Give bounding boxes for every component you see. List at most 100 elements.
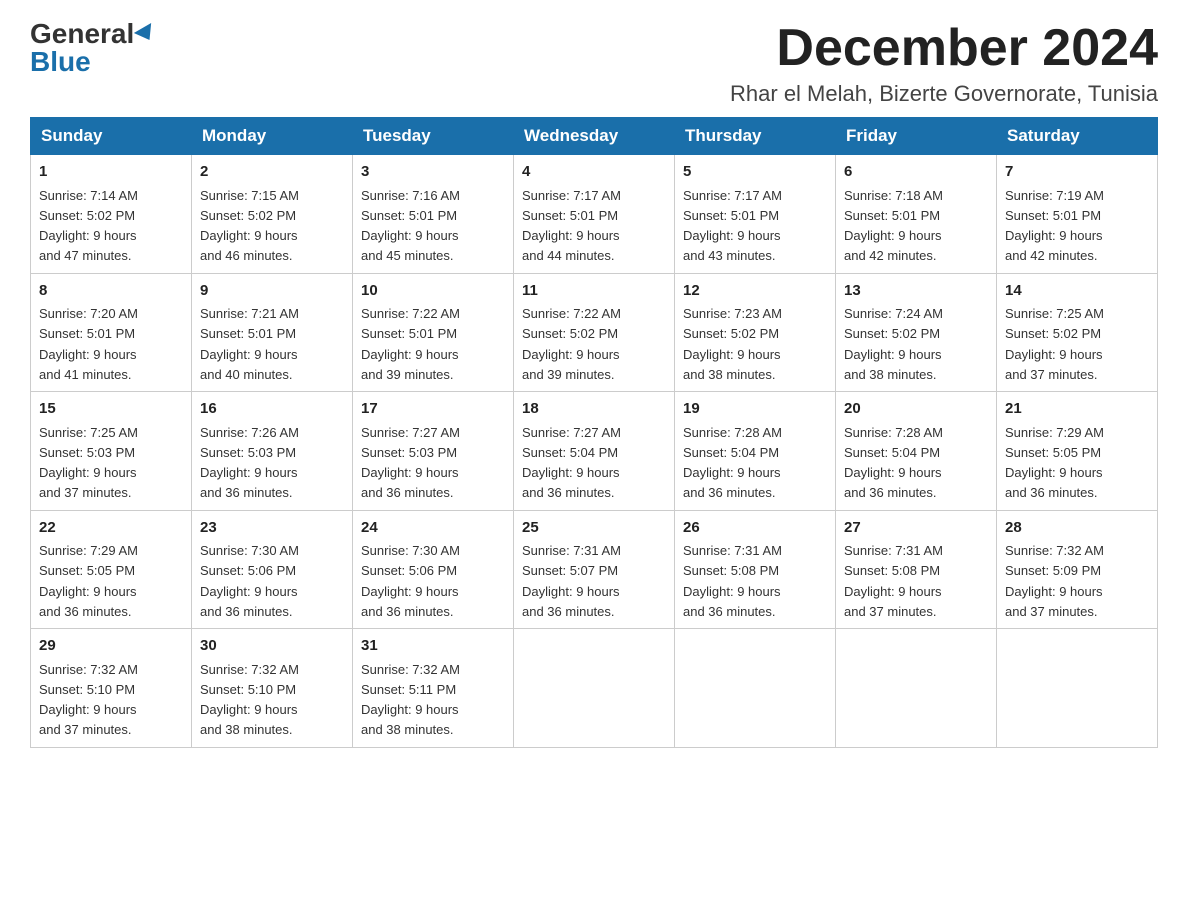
day-number: 4 [522,161,666,184]
page-header: General Blue December 2024 Rhar el Melah… [30,20,1158,107]
week-row-5: 29 Sunrise: 7:32 AMSunset: 5:10 PMDaylig… [31,629,1158,748]
day-info: Sunrise: 7:20 AMSunset: 5:01 PMDaylight:… [39,306,138,382]
day-number: 28 [1005,517,1149,540]
day-info: Sunrise: 7:17 AMSunset: 5:01 PMDaylight:… [683,188,782,264]
logo-general-text: General [30,20,134,48]
day-number: 26 [683,517,827,540]
day-cell-12: 12 Sunrise: 7:23 AMSunset: 5:02 PMDaylig… [675,273,836,392]
day-cell-6: 6 Sunrise: 7:18 AMSunset: 5:01 PMDayligh… [836,155,997,274]
month-title: December 2024 [730,20,1158,77]
day-cell-14: 14 Sunrise: 7:25 AMSunset: 5:02 PMDaylig… [997,273,1158,392]
week-row-2: 8 Sunrise: 7:20 AMSunset: 5:01 PMDayligh… [31,273,1158,392]
header-thursday: Thursday [675,118,836,155]
day-info: Sunrise: 7:14 AMSunset: 5:02 PMDaylight:… [39,188,138,264]
day-cell-29: 29 Sunrise: 7:32 AMSunset: 5:10 PMDaylig… [31,629,192,748]
day-info: Sunrise: 7:27 AMSunset: 5:03 PMDaylight:… [361,425,460,501]
day-number: 23 [200,517,344,540]
day-cell-13: 13 Sunrise: 7:24 AMSunset: 5:02 PMDaylig… [836,273,997,392]
day-info: Sunrise: 7:29 AMSunset: 5:05 PMDaylight:… [1005,425,1104,501]
week-row-3: 15 Sunrise: 7:25 AMSunset: 5:03 PMDaylig… [31,392,1158,511]
day-cell-31: 31 Sunrise: 7:32 AMSunset: 5:11 PMDaylig… [353,629,514,748]
day-cell-7: 7 Sunrise: 7:19 AMSunset: 5:01 PMDayligh… [997,155,1158,274]
day-info: Sunrise: 7:28 AMSunset: 5:04 PMDaylight:… [683,425,782,501]
header-monday: Monday [192,118,353,155]
day-info: Sunrise: 7:17 AMSunset: 5:01 PMDaylight:… [522,188,621,264]
day-cell-16: 16 Sunrise: 7:26 AMSunset: 5:03 PMDaylig… [192,392,353,511]
day-number: 24 [361,517,505,540]
location-subtitle: Rhar el Melah, Bizerte Governorate, Tuni… [730,81,1158,107]
day-cell-4: 4 Sunrise: 7:17 AMSunset: 5:01 PMDayligh… [514,155,675,274]
day-number: 14 [1005,280,1149,303]
day-info: Sunrise: 7:28 AMSunset: 5:04 PMDaylight:… [844,425,943,501]
header-friday: Friday [836,118,997,155]
day-cell-23: 23 Sunrise: 7:30 AMSunset: 5:06 PMDaylig… [192,510,353,629]
logo-triangle-icon [134,23,158,45]
day-number: 12 [683,280,827,303]
day-number: 8 [39,280,183,303]
day-cell-20: 20 Sunrise: 7:28 AMSunset: 5:04 PMDaylig… [836,392,997,511]
day-info: Sunrise: 7:26 AMSunset: 5:03 PMDaylight:… [200,425,299,501]
day-number: 20 [844,398,988,421]
day-number: 21 [1005,398,1149,421]
day-cell-28: 28 Sunrise: 7:32 AMSunset: 5:09 PMDaylig… [997,510,1158,629]
calendar-header-row: SundayMondayTuesdayWednesdayThursdayFrid… [31,118,1158,155]
day-number: 25 [522,517,666,540]
week-row-4: 22 Sunrise: 7:29 AMSunset: 5:05 PMDaylig… [31,510,1158,629]
day-cell-21: 21 Sunrise: 7:29 AMSunset: 5:05 PMDaylig… [997,392,1158,511]
header-wednesday: Wednesday [514,118,675,155]
day-number: 29 [39,635,183,658]
day-number: 13 [844,280,988,303]
day-info: Sunrise: 7:30 AMSunset: 5:06 PMDaylight:… [200,543,299,619]
header-tuesday: Tuesday [353,118,514,155]
header-saturday: Saturday [997,118,1158,155]
day-cell-24: 24 Sunrise: 7:30 AMSunset: 5:06 PMDaylig… [353,510,514,629]
day-number: 30 [200,635,344,658]
day-number: 9 [200,280,344,303]
day-number: 15 [39,398,183,421]
day-info: Sunrise: 7:24 AMSunset: 5:02 PMDaylight:… [844,306,943,382]
calendar-table: SundayMondayTuesdayWednesdayThursdayFrid… [30,117,1158,748]
day-info: Sunrise: 7:32 AMSunset: 5:10 PMDaylight:… [39,662,138,738]
day-number: 1 [39,161,183,184]
day-info: Sunrise: 7:32 AMSunset: 5:11 PMDaylight:… [361,662,460,738]
day-number: 10 [361,280,505,303]
empty-cell [997,629,1158,748]
day-number: 19 [683,398,827,421]
day-cell-19: 19 Sunrise: 7:28 AMSunset: 5:04 PMDaylig… [675,392,836,511]
day-cell-27: 27 Sunrise: 7:31 AMSunset: 5:08 PMDaylig… [836,510,997,629]
day-info: Sunrise: 7:29 AMSunset: 5:05 PMDaylight:… [39,543,138,619]
day-number: 11 [522,280,666,303]
day-info: Sunrise: 7:31 AMSunset: 5:08 PMDaylight:… [683,543,782,619]
day-number: 31 [361,635,505,658]
day-info: Sunrise: 7:21 AMSunset: 5:01 PMDaylight:… [200,306,299,382]
day-info: Sunrise: 7:16 AMSunset: 5:01 PMDaylight:… [361,188,460,264]
day-info: Sunrise: 7:22 AMSunset: 5:01 PMDaylight:… [361,306,460,382]
title-section: December 2024 Rhar el Melah, Bizerte Gov… [730,20,1158,107]
day-info: Sunrise: 7:23 AMSunset: 5:02 PMDaylight:… [683,306,782,382]
day-number: 18 [522,398,666,421]
day-info: Sunrise: 7:18 AMSunset: 5:01 PMDaylight:… [844,188,943,264]
logo-blue-text: Blue [30,48,91,76]
day-info: Sunrise: 7:19 AMSunset: 5:01 PMDaylight:… [1005,188,1104,264]
day-cell-1: 1 Sunrise: 7:14 AMSunset: 5:02 PMDayligh… [31,155,192,274]
day-cell-17: 17 Sunrise: 7:27 AMSunset: 5:03 PMDaylig… [353,392,514,511]
day-cell-26: 26 Sunrise: 7:31 AMSunset: 5:08 PMDaylig… [675,510,836,629]
day-info: Sunrise: 7:32 AMSunset: 5:10 PMDaylight:… [200,662,299,738]
day-number: 6 [844,161,988,184]
day-info: Sunrise: 7:27 AMSunset: 5:04 PMDaylight:… [522,425,621,501]
day-info: Sunrise: 7:32 AMSunset: 5:09 PMDaylight:… [1005,543,1104,619]
day-number: 17 [361,398,505,421]
day-info: Sunrise: 7:31 AMSunset: 5:08 PMDaylight:… [844,543,943,619]
day-cell-10: 10 Sunrise: 7:22 AMSunset: 5:01 PMDaylig… [353,273,514,392]
day-info: Sunrise: 7:30 AMSunset: 5:06 PMDaylight:… [361,543,460,619]
day-cell-30: 30 Sunrise: 7:32 AMSunset: 5:10 PMDaylig… [192,629,353,748]
day-cell-5: 5 Sunrise: 7:17 AMSunset: 5:01 PMDayligh… [675,155,836,274]
day-cell-11: 11 Sunrise: 7:22 AMSunset: 5:02 PMDaylig… [514,273,675,392]
day-cell-25: 25 Sunrise: 7:31 AMSunset: 5:07 PMDaylig… [514,510,675,629]
logo: General Blue [30,20,156,76]
day-number: 7 [1005,161,1149,184]
day-info: Sunrise: 7:15 AMSunset: 5:02 PMDaylight:… [200,188,299,264]
day-cell-9: 9 Sunrise: 7:21 AMSunset: 5:01 PMDayligh… [192,273,353,392]
header-sunday: Sunday [31,118,192,155]
day-cell-22: 22 Sunrise: 7:29 AMSunset: 5:05 PMDaylig… [31,510,192,629]
